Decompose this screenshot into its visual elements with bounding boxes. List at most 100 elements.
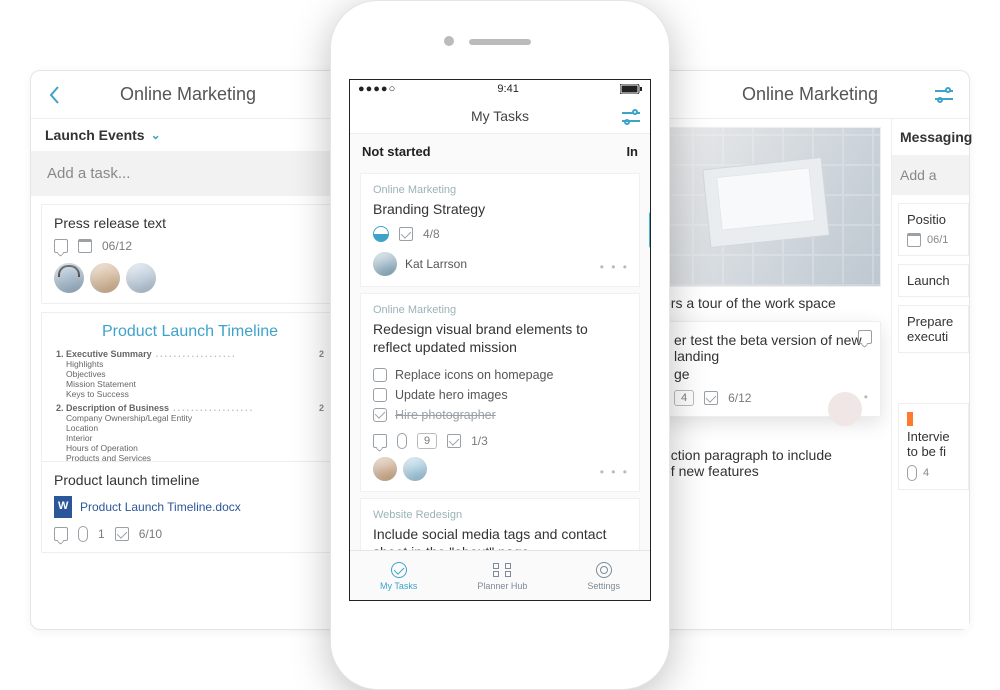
filter-icon[interactable] [622,110,640,124]
avatar [403,457,427,481]
checklist-icon [115,527,129,541]
adjacent-column-indicator [649,212,651,248]
checklist-progress: 1/3 [471,434,488,448]
task-title-cont: ge [674,366,868,382]
document-preview[interactable]: Product Launch Timeline 1. Executive Sum… [41,312,339,462]
task-card[interactable]: Prepare executi [898,305,969,353]
task-title: er test the beta version of new landing [674,332,868,364]
checklist-item[interactable]: Hire photographer [373,405,627,425]
task-card[interactable]: Online Marketing Redesign visual brand e… [360,293,640,491]
checklist-item[interactable]: Update hero images [373,385,627,405]
calendar-icon [78,239,92,253]
avatar [90,263,120,293]
task-card[interactable]: Press release text 06/12 [41,204,339,304]
task-title-cont: executi [907,329,960,344]
back-icon[interactable] [47,85,61,105]
avatar [373,457,397,481]
more-icon[interactable]: • • • [600,260,629,274]
checklist-icon [447,434,461,448]
bucket-name[interactable]: Messaging [892,119,969,155]
assignee-avatars [373,457,627,481]
bucket-column-partial: Messaging Add a Positio 06/1 Launch Prep… [891,119,969,629]
tablet-header-right: Online Marketing [651,71,969,119]
checkbox-icon[interactable] [373,408,387,422]
category-tag [907,412,913,426]
comment-icon [858,330,872,344]
checklist: Replace icons on homepage Update hero im… [373,365,627,425]
task-title: Product launch timeline [54,472,326,488]
checklist-item[interactable]: Replace icons on homepage [373,365,627,385]
add-task-input[interactable]: Add a task... [31,151,349,196]
avatar [126,263,156,293]
bucket-selector[interactable]: Launch Events ⌄ [31,119,349,151]
checkbox-icon[interactable] [373,388,387,402]
word-doc-icon [54,496,72,518]
assignee-avatars [54,263,326,293]
right-tablet: Online Marketing ers a tour of the work … [650,70,970,630]
add-task-input[interactable]: Add a [892,155,969,195]
comment-icon [373,434,387,448]
bucket-name: Launch Events [45,127,145,143]
checkbox-icon[interactable] [373,368,387,382]
section-name: Not started [362,144,431,159]
filter-icon[interactable] [935,88,953,102]
task-card[interactable]: Launch [898,264,969,297]
task-title: Redesign visual brand elements to reflec… [373,320,627,356]
section-header: Not started In [350,134,650,167]
task-title: Press release text [54,215,326,231]
task-card-floating[interactable]: er test the beta version of new landing … [661,321,881,417]
task-title[interactable]: ers a tour of the work space [663,295,879,311]
tab-bar: My Tasks Planner Hub Settings [350,550,650,600]
signal-icon: ●●●●○ [358,83,396,95]
page-title: My Tasks [471,108,529,124]
hub-icon [493,563,511,577]
checklist-icon [704,391,718,405]
attachment-icon [397,433,407,449]
task-meta: 4/8 [373,226,627,242]
count-a: 4 [674,390,694,406]
more-icon[interactable]: • • • [600,465,629,479]
task-title: Branding Strategy [373,200,627,218]
attach-count: 9 [417,433,437,449]
task-image-preview[interactable] [661,127,881,287]
attach-count: 1 [98,527,105,541]
task-title: Intervie [907,429,960,444]
avatar [54,263,84,293]
task-card[interactable]: Positio 06/1 [898,203,969,256]
checklist-progress: 4/8 [423,227,440,241]
task-card[interactable]: Intervie to be fi 4 [898,403,969,490]
task-title: Prepare [907,314,960,329]
tab-my-tasks[interactable]: My Tasks [380,561,417,591]
task-card[interactable]: Online Marketing Branding Strategy 4/8 •… [360,173,640,287]
tab-planner-hub[interactable]: Planner Hub [477,561,527,591]
checklist-progress: 6/12 [728,391,751,405]
board-title: Online Marketing [685,84,935,105]
task-category: Website Redesign [373,509,627,521]
laptop-illustration [702,157,829,248]
attachment-icon [907,465,917,481]
checklist-progress: 6/10 [139,527,162,541]
board-title: Online Marketing [61,84,315,105]
attachment-row[interactable]: Product Launch Timeline.docx [54,496,326,518]
attachment-name: Product Launch Timeline.docx [80,500,241,514]
section-name-partial: In [626,144,638,159]
tasks-icon [391,562,407,578]
assignee-row: Kat Larrson [373,252,627,276]
comment-icon [54,527,68,541]
assignee-name: Kat Larrson [405,257,467,271]
doc-preview-title: Product Launch Timeline [56,323,324,341]
task-meta: 1 6/10 [54,526,326,542]
tab-settings[interactable]: Settings [587,561,620,591]
attachment-icon [78,526,88,542]
progress-icon [373,226,389,242]
task-card[interactable]: Product launch timeline Product Launch T… [41,462,339,553]
left-tablet: Online Marketing Launch Events ⌄ Add a t… [30,70,350,630]
calendar-icon [907,233,921,247]
task-meta: 06/12 [54,239,326,253]
chevron-down-icon: ⌄ [151,128,161,142]
phone-camera-dot [444,36,454,46]
task-title[interactable]: uction paragraph to include of new featu… [663,447,879,479]
phone-screen: ●●●●○ 9:41 My Tasks Not started In Onlin… [349,79,651,601]
task-title: Positio [907,212,960,227]
task-category: Online Marketing [373,304,627,316]
